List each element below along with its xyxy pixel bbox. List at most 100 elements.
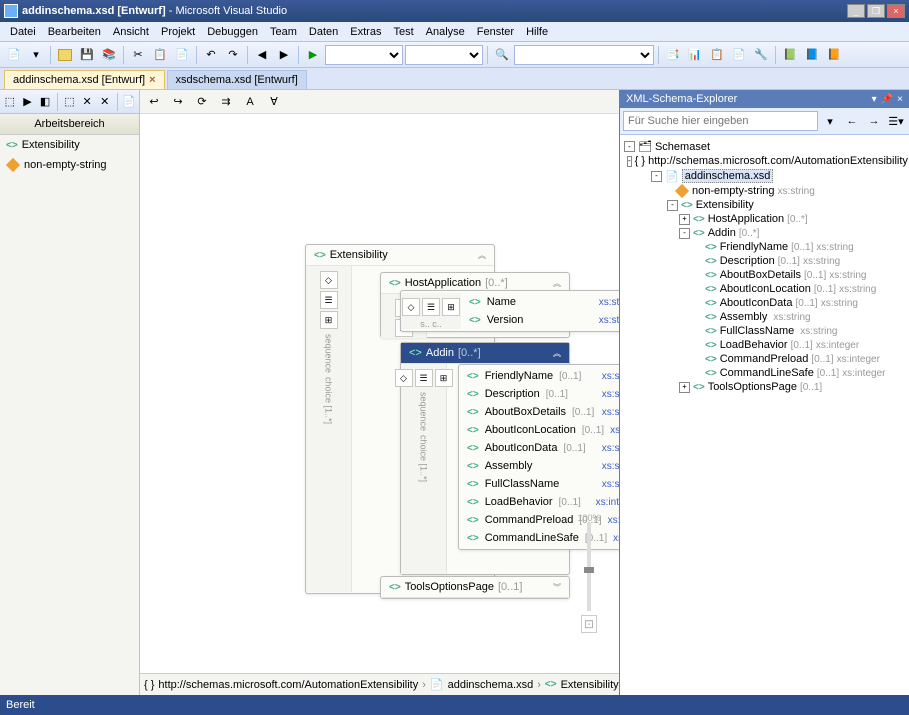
tree-node-abouticondata[interactable]: <>AboutIconData [0..1] xs:string (624, 296, 905, 310)
cv-btn-5[interactable]: A (240, 92, 260, 112)
rail-icon[interactable]: ⊞ (320, 311, 338, 329)
rail-icon[interactable]: ☰ (415, 369, 433, 387)
tree-toggle[interactable]: - (624, 141, 635, 152)
copy-button[interactable]: 📋 (150, 45, 170, 65)
undo-button[interactable]: ↶ (201, 45, 221, 65)
maximize-button[interactable]: ❐ (867, 4, 885, 18)
tree-toggle[interactable]: - (651, 171, 662, 182)
tree-node-commandpreload[interactable]: <>CommandPreload [0..1] xs:integer (624, 352, 905, 366)
element-abouticonlocation[interactable]: <>AboutIconLocation[0..1]xs:string (459, 421, 619, 439)
menu-fenster[interactable]: Fenster (471, 24, 520, 40)
tree-schemaset[interactable]: Schemaset (655, 141, 710, 153)
tree-toggle[interactable]: - (627, 156, 632, 167)
find-button[interactable]: 🔍 (492, 45, 512, 65)
breadcrumb-ext[interactable]: Extensibility (561, 679, 619, 691)
tb-f[interactable]: 📗 (780, 45, 800, 65)
tree-toggle[interactable]: + (679, 382, 690, 393)
element-version[interactable]: <>Versionxs:string (461, 311, 619, 329)
rail-icon[interactable]: ☰ (422, 298, 440, 316)
rail-icon[interactable]: ◇ (395, 369, 413, 387)
tab-xsdschema-xsd-entwurf-[interactable]: xsdschema.xsd [Entwurf] (167, 70, 307, 89)
rail-icon[interactable]: ⊞ (442, 298, 460, 316)
menu-projekt[interactable]: Projekt (155, 24, 201, 40)
config-select[interactable] (325, 45, 403, 65)
rail-icon[interactable]: ☰ (320, 291, 338, 309)
new-button[interactable]: ▾ (26, 45, 46, 65)
workspace-item-extensibility[interactable]: <>Extensibility (0, 135, 139, 155)
rail-icon[interactable]: ◇ (402, 298, 420, 316)
collapse-icon[interactable]: ︽ (478, 250, 486, 261)
expand-icon[interactable]: ︾ (553, 582, 561, 593)
element-assembly[interactable]: <>Assemblyxs:string (459, 457, 619, 475)
menu-extras[interactable]: Extras (344, 24, 387, 40)
paste-button[interactable]: 📄 (172, 45, 192, 65)
cv-btn-4[interactable]: ⇉ (216, 92, 236, 112)
tree-file[interactable]: addinschema.xsd (682, 169, 774, 183)
nav-back-button[interactable]: ◀ (252, 45, 272, 65)
ws-btn-3[interactable]: ◧ (37, 92, 53, 112)
ws-btn-6[interactable]: ✕ (97, 92, 113, 112)
element-aboutboxdetails[interactable]: <>AboutBoxDetails[0..1]xs:string (459, 403, 619, 421)
save-all-button[interactable]: 📚 (99, 45, 119, 65)
nav-fwd-button[interactable]: ▶ (274, 45, 294, 65)
tree-addin[interactable]: Addin (708, 227, 736, 239)
tab-close-icon[interactable]: × (149, 74, 155, 86)
cv-btn-6[interactable]: ∀ (264, 92, 284, 112)
search-next-icon[interactable]: → (864, 111, 884, 131)
tb-h[interactable]: 📙 (824, 45, 844, 65)
tree-host[interactable]: HostApplication (708, 213, 784, 225)
ws-btn-2[interactable]: ▶ (20, 92, 36, 112)
search-dropdown-icon[interactable]: ▾ (820, 111, 840, 131)
close-button[interactable]: × (887, 4, 905, 18)
menu-datei[interactable]: Datei (4, 24, 42, 40)
element-loadbehavior[interactable]: <>LoadBehavior[0..1]xs:integer (459, 493, 619, 511)
element-abouticondata[interactable]: <>AboutIconData[0..1]xs:string (459, 439, 619, 457)
ws-btn-1[interactable]: ⬚ (2, 92, 18, 112)
minimize-button[interactable]: _ (847, 4, 865, 18)
menu-analyse[interactable]: Analyse (420, 24, 471, 40)
tree-tools[interactable]: ToolsOptionsPage (708, 381, 797, 393)
redo-button[interactable]: ↷ (223, 45, 243, 65)
menu-hilfe[interactable]: Hilfe (520, 24, 554, 40)
tb-d[interactable]: 📄 (729, 45, 749, 65)
cv-btn-2[interactable]: ↪ (168, 92, 188, 112)
tree-ext[interactable]: Extensibility (696, 199, 754, 211)
tree-node-abouticonlocation[interactable]: <>AboutIconLocation [0..1] xs:string (624, 282, 905, 296)
cv-btn-1[interactable]: ↩ (144, 92, 164, 112)
search-input[interactable] (623, 111, 818, 131)
menu-ansicht[interactable]: Ansicht (107, 24, 155, 40)
menu-test[interactable]: Test (387, 24, 419, 40)
tree-simpletype[interactable]: non-empty-string (692, 185, 775, 197)
cv-btn-3[interactable]: ⟳ (192, 92, 212, 112)
fit-icon[interactable]: ⊡ (581, 615, 597, 633)
rail-icon[interactable]: ◇ (320, 271, 338, 289)
tree-node-loadbehavior[interactable]: <>LoadBehavior [0..1] xs:integer (624, 338, 905, 352)
tree-node-assembly[interactable]: <>Assembly xs:string (624, 310, 905, 324)
tab-addinschema-xsd-entwurf-[interactable]: addinschema.xsd [Entwurf]× (4, 70, 165, 89)
find-combo[interactable] (514, 45, 654, 65)
cut-button[interactable]: ✂ (128, 45, 148, 65)
tree-toggle[interactable]: + (679, 214, 690, 225)
element-friendlyname[interactable]: <>FriendlyName[0..1]xs:string (459, 367, 619, 385)
element-name[interactable]: <>Namexs:string (461, 293, 619, 311)
menu-bearbeiten[interactable]: Bearbeiten (42, 24, 107, 40)
collapse-icon[interactable]: ︽ (553, 348, 561, 359)
zoom-slider[interactable]: 100% ⊡ (579, 513, 599, 633)
new-project-button[interactable]: 📄 (4, 45, 24, 65)
tb-b[interactable]: 📊 (685, 45, 705, 65)
ws-btn-7[interactable]: 📄 (121, 92, 137, 112)
platform-select[interactable] (405, 45, 483, 65)
tree-ns[interactable]: http://schemas.microsoft.com/AutomationE… (648, 155, 908, 167)
tree-toggle[interactable]: - (679, 228, 690, 239)
start-button[interactable]: ▶ (303, 45, 323, 65)
tree-node-aboutboxdetails[interactable]: <>AboutBoxDetails [0..1] xs:string (624, 268, 905, 282)
workspace-item-non-empty-string[interactable]: non-empty-string (0, 155, 139, 175)
breadcrumb-ns[interactable]: http://schemas.microsoft.com/AutomationE… (158, 679, 418, 691)
tree-node-description[interactable]: <>Description [0..1] xs:string (624, 254, 905, 268)
rail-icon[interactable]: ⊞ (435, 369, 453, 387)
panel-close-icon[interactable]: × (897, 94, 903, 105)
tree-node-fullclassname[interactable]: <>FullClassName xs:string (624, 324, 905, 338)
save-button[interactable]: 💾 (77, 45, 97, 65)
tree-node-commandlinesafe[interactable]: <>CommandLineSafe [0..1] xs:integer (624, 366, 905, 380)
element-fullclassname[interactable]: <>FullClassNamexs:string (459, 475, 619, 493)
